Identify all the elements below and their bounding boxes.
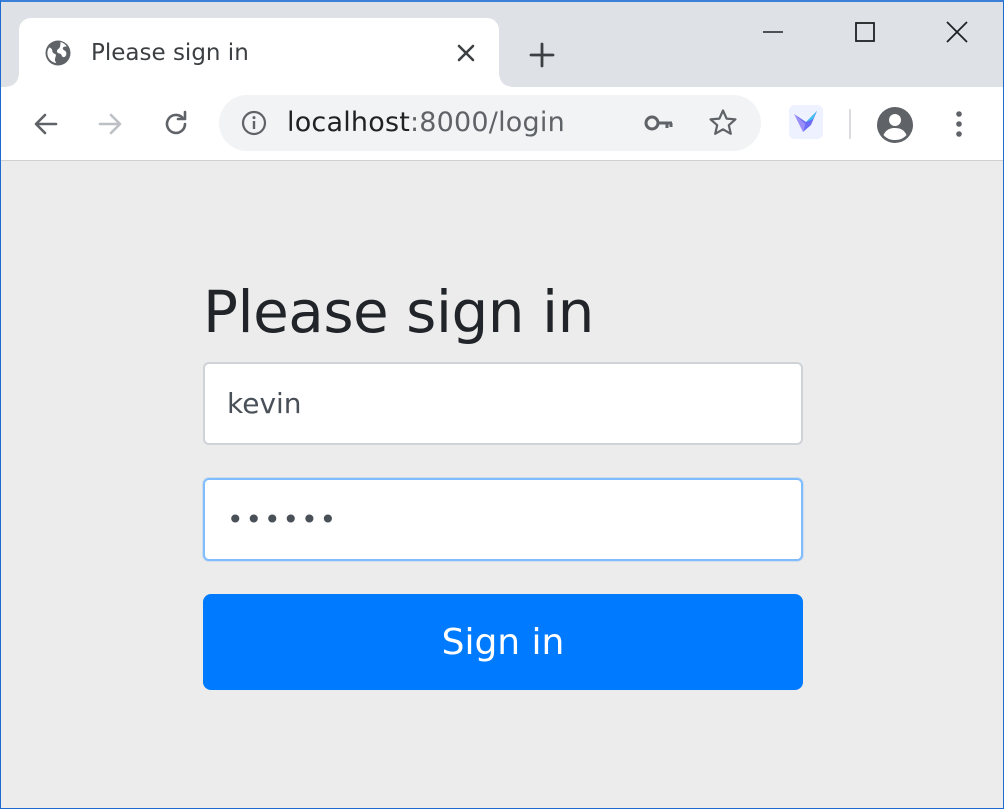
maximize-icon[interactable] [843,12,887,52]
back-arrow-icon[interactable] [29,107,63,141]
reload-icon[interactable] [159,107,193,141]
url-path: :8000/login [410,107,565,138]
password-input[interactable] [203,478,803,561]
profile-icon[interactable] [875,105,915,145]
browser-toolbar: localhost:8000/login [1,87,1003,161]
page-heading: Please sign in [203,278,594,346]
close-icon[interactable] [455,42,477,64]
toolbar-divider [849,109,851,139]
forward-arrow-icon[interactable] [93,107,127,141]
info-icon[interactable] [241,110,267,136]
username-input[interactable] [203,362,803,445]
kebab-menu-icon[interactable] [947,107,971,141]
browser-window: Please sign in localhost:8000/login Plea… [0,0,1004,809]
tab-strip: Please sign in [1,2,1003,87]
close-icon[interactable] [935,12,979,52]
globe-icon [45,40,71,66]
tab-title: Please sign in [91,40,249,66]
bird-extension-icon[interactable] [789,105,823,139]
page-content: Please sign in Sign in [1,162,1003,808]
sign-in-button[interactable]: Sign in [203,594,803,690]
key-icon[interactable] [643,109,675,137]
address-bar[interactable]: localhost:8000/login [219,95,761,151]
star-icon[interactable] [707,107,739,139]
url-text[interactable]: localhost:8000/login [287,107,565,138]
plus-icon[interactable] [527,40,557,70]
tab-active[interactable]: Please sign in [7,18,511,87]
minimize-icon[interactable] [751,12,795,52]
url-host: localhost [287,107,410,138]
